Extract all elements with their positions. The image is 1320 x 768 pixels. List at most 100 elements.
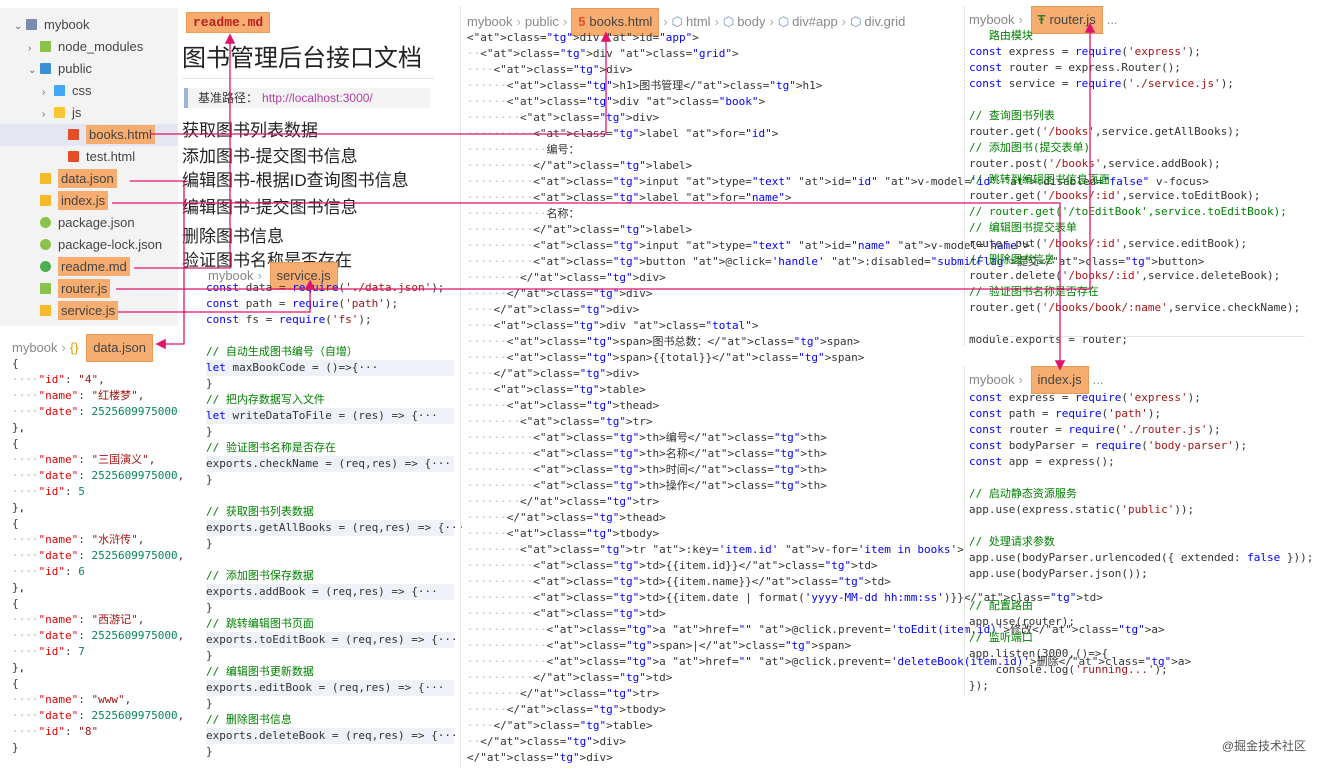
- braces-icon: {}: [69, 340, 79, 355]
- breadcrumb-item[interactable]: div#app: [792, 14, 838, 29]
- tree-item-router-js[interactable]: router.js: [0, 278, 178, 300]
- code-line: ····"name": "www",: [12, 693, 132, 706]
- code-line: const router = require('./router.js');: [969, 423, 1221, 436]
- breadcrumb-separator: ›: [1018, 12, 1023, 27]
- readme-preview: readme.md 图书管理后台接口文档 基准路径： http://localho…: [180, 8, 456, 270]
- code-line: });: [969, 679, 989, 692]
- tree-item-service-js[interactable]: service.js: [0, 300, 178, 322]
- service-js-code[interactable]: const data = require('./data.json'); cons…: [206, 280, 464, 760]
- code-line: const service = require('./service.js');: [969, 77, 1234, 90]
- watermark: @掘金技术社区: [1221, 739, 1306, 753]
- tree-item-label: package.json: [58, 215, 135, 230]
- tree-item-package-lock-json[interactable]: package-lock.json: [0, 234, 178, 256]
- tree-item-data-json[interactable]: data.json: [0, 168, 178, 190]
- code-line: // 处理请求参数: [969, 535, 1055, 548]
- code-line: // router.get('/toEditBook',service.toEd…: [969, 205, 1287, 218]
- chevron-icon: ⌄: [28, 65, 37, 76]
- ellipsis-icon: ...: [1092, 372, 1104, 387]
- json-icon: [40, 173, 51, 184]
- tree-item-label: books.html: [86, 125, 155, 144]
- code-line: },: [12, 581, 26, 594]
- html5-icon: [68, 151, 79, 162]
- code-line: app.listen(3000,()=>{: [969, 647, 1109, 660]
- code-line: const app = express();: [969, 455, 1115, 468]
- node-folder-icon: [40, 41, 51, 52]
- code-line: }: [206, 473, 213, 486]
- code-line: }: [206, 745, 213, 758]
- breadcrumb-item[interactable]: public: [525, 14, 559, 29]
- breadcrumb-item[interactable]: mybook: [467, 14, 513, 29]
- code-line: // 验证图书名称是否存在: [969, 285, 1099, 298]
- code-line: const router = express.Router();: [969, 61, 1181, 74]
- tree-item-public[interactable]: ⌄ public: [0, 58, 178, 80]
- js-icon: [40, 195, 51, 206]
- router-icon: [40, 283, 51, 294]
- html5-icon: [68, 129, 79, 140]
- cube-icon: ⬡: [722, 14, 735, 29]
- code-line: // 添加图书(提交表单): [969, 141, 1091, 154]
- js-icon: [40, 305, 51, 316]
- data-json-code[interactable]: {····"id": "4", ····"name": "红楼梦", ····"da…: [12, 356, 184, 756]
- code-line: router.delete('/books/:id',service.delet…: [969, 269, 1281, 282]
- code-line: ····"id": "8": [12, 725, 99, 738]
- npm-icon: [40, 239, 51, 250]
- doc-item: 添加图书-提交图书信息: [182, 147, 358, 166]
- breadcrumb-mybook[interactable]: mybook: [969, 12, 1015, 27]
- data-json-editor: mybook ›{} data.json {····"id": "4", ····"…: [8, 334, 198, 764]
- tree-item-label: public: [58, 61, 92, 76]
- tree-item-css[interactable]: › css: [0, 80, 178, 102]
- breadcrumb-item[interactable]: body: [737, 14, 765, 29]
- tree-item-package-json[interactable]: package.json: [0, 212, 178, 234]
- code-line: ····"id": "4",: [12, 373, 105, 386]
- tree-item-label: test.html: [86, 149, 136, 164]
- tree-item-label: service.js: [58, 301, 119, 320]
- tree-item-label: js: [72, 105, 82, 120]
- code-line: ····"name": "西游记",: [12, 613, 145, 626]
- router-js-code[interactable]: 路由模块 const express = require('express'); c…: [969, 28, 1300, 348]
- router-js-editor: mybook › Ŧrouter.js... 路由模块 const express …: [964, 6, 1316, 346]
- breadcrumb-item[interactable]: html: [686, 14, 711, 29]
- code-line: // 获取图书列表数据: [206, 505, 314, 518]
- breadcrumb-mybook[interactable]: mybook: [969, 372, 1015, 387]
- code-line: }: [206, 425, 213, 438]
- index-js-code[interactable]: const express = require('express'); const…: [969, 390, 1313, 694]
- router-icon: Ŧ: [1037, 12, 1046, 27]
- code-line: }: [206, 537, 213, 550]
- readme-tab[interactable]: readme.md: [186, 12, 271, 33]
- code-line: const path = require('path');: [206, 297, 399, 310]
- code-line: }: [12, 741, 19, 754]
- code-line: }: [206, 697, 213, 710]
- breadcrumb-separator: ›: [1018, 372, 1023, 387]
- code-line: ······</"at">class="tg">tbody>: [467, 703, 666, 716]
- cube-icon: ⬡: [777, 14, 790, 29]
- code-line: // 配置路由: [969, 599, 1033, 612]
- code-line: </"at">class="tg">div>: [467, 751, 613, 764]
- chevron-icon: ›: [28, 43, 32, 54]
- code-line: },: [12, 501, 26, 514]
- tree-item-js[interactable]: › js: [0, 102, 178, 124]
- tree-item-index-js[interactable]: index.js: [0, 190, 178, 212]
- code-line: app.use(express.static('public'));: [969, 503, 1195, 516]
- folder-icon: [40, 63, 51, 74]
- chevron-icon: ›: [42, 87, 46, 98]
- code-line: {: [12, 597, 19, 610]
- tree-item-label: mybook: [44, 17, 90, 32]
- breadcrumb-mybook[interactable]: mybook: [12, 340, 58, 355]
- breadcrumb-item[interactable]: div.grid: [864, 14, 905, 29]
- code-line: // 跳转编辑图书页面: [206, 617, 314, 630]
- doc-item: 编辑图书-提交图书信息: [182, 198, 358, 217]
- tree-item-readme-md[interactable]: readme.md: [0, 256, 178, 278]
- tree-item-books-html[interactable]: books.html: [0, 124, 178, 146]
- tree-item-mybook[interactable]: ⌄ mybook: [0, 14, 178, 36]
- base-path-url[interactable]: http://localhost:3000/: [262, 91, 373, 105]
- code-line: {: [12, 357, 19, 370]
- tree-item-node_modules[interactable]: › node_modules: [0, 36, 178, 58]
- code-line: ····"id": 7: [12, 645, 85, 658]
- tree-item-test-html[interactable]: test.html: [0, 146, 178, 168]
- code-line: // 启动静态资源服务: [969, 487, 1077, 500]
- code-line: const express = require('express');: [969, 391, 1201, 404]
- folder-icon: [54, 107, 65, 118]
- code-line: },: [12, 421, 26, 434]
